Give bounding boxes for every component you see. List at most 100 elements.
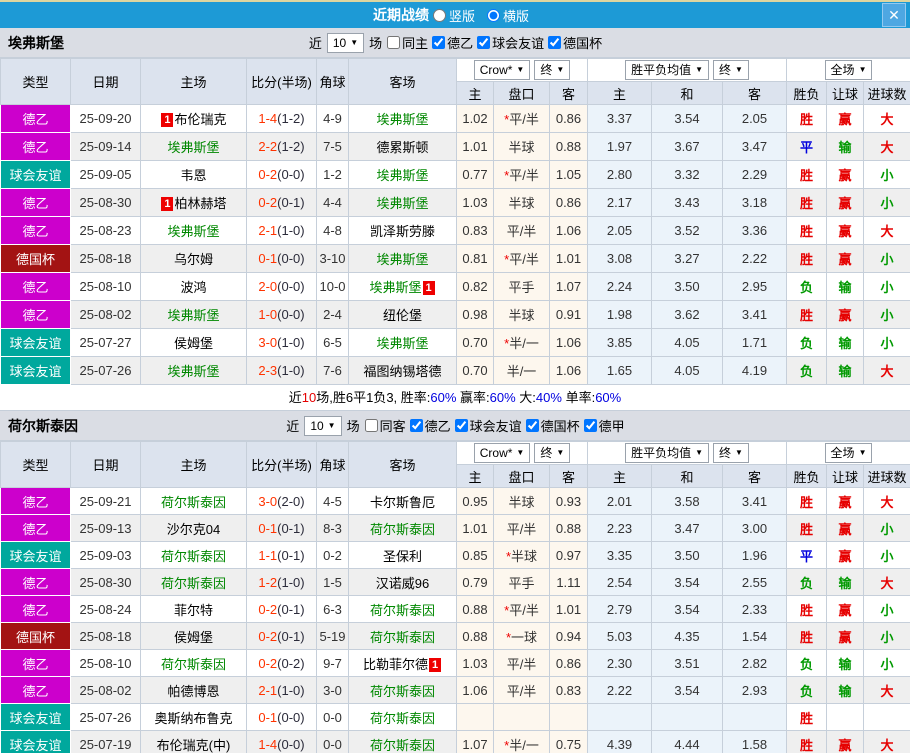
avg-home: 2.23 (587, 514, 652, 542)
away-team: 埃弗斯堡 (348, 104, 457, 133)
avg-draw: 3.67 (651, 132, 723, 161)
result-wdl: 胜 (786, 216, 828, 245)
league-checkbox-1[interactable]: 球会友谊 (475, 33, 544, 52)
league-checkbox-1[interactable]: 球会友谊 (453, 416, 522, 435)
avg-home: 2.22 (587, 676, 652, 704)
away-team: 埃弗斯堡 (348, 328, 457, 357)
same-venue-checkbox[interactable]: 同客 (363, 416, 406, 435)
odds-away: 1.06 (549, 216, 588, 245)
avg-draw: 3.47 (651, 514, 723, 542)
league-checkbox-input-3[interactable] (583, 419, 597, 432)
fulltime-score: 2-3 (258, 363, 278, 378)
home-team: 布伦瑞克(中) (140, 730, 247, 753)
vertical-radio-input[interactable] (432, 8, 446, 22)
result-wdl: 胜 (786, 300, 828, 329)
chevron-down-icon: ▼ (516, 65, 525, 74)
scope-dropdown[interactable]: 全场 ▼ (824, 443, 873, 463)
same-venue-label: 同客 (379, 419, 406, 434)
away-team-name: 圣保利 (382, 548, 422, 564)
avg-source-dropdown[interactable]: 胜平负均值 ▼ (625, 443, 709, 463)
avg-away: 4.19 (721, 356, 788, 385)
fulltime-score: 1-2 (258, 574, 278, 590)
away-team: 德累斯顿 (348, 132, 457, 161)
halftime-score: (0-0) (277, 279, 305, 294)
odds-home: 0.70 (456, 328, 494, 357)
result-wdl: 胜 (786, 104, 828, 133)
corner-cell: 7-5 (316, 132, 349, 161)
table-row: 球会友谊 25-07-26 埃弗斯堡 2-3(1-0) 7-6 福图纳锡塔德 0.70 半/一… (0, 356, 910, 385)
close-icon[interactable]: ✕ (882, 3, 906, 27)
league-checkbox-input-0[interactable] (409, 419, 423, 432)
result-handicap: 输 (826, 568, 865, 596)
horizontal-radio-input[interactable] (487, 8, 500, 22)
odds-final-dropdown[interactable]: 终 ▼ (534, 443, 571, 463)
avg-away: 1.71 (721, 328, 788, 357)
avg-final-dropdown[interactable]: 终 ▼ (713, 60, 749, 80)
same-venue-checkbox-input[interactable] (387, 36, 401, 49)
match-count-select[interactable]: 10 ▼ (326, 32, 365, 53)
avg-home: 2.54 (587, 568, 652, 596)
scope-dropdown[interactable]: 全场 ▼ (824, 60, 873, 80)
odds-source-dropdown[interactable]: Crow* ▼ (473, 443, 531, 463)
league-checkbox-2[interactable]: 德国杯 (546, 33, 602, 52)
table-row: 德乙 25-08-24 菲尔特 0-2(0-1) 6-3 荷尔斯泰因 0.88 *平/半 1.0… (0, 595, 910, 623)
league-checkbox-input-1[interactable] (477, 36, 491, 49)
same-venue-checkbox[interactable]: 同主 (385, 33, 428, 52)
league-checkbox-input-2[interactable] (548, 36, 562, 49)
away-team: 荷尔斯泰因 (348, 676, 457, 704)
date-cell: 25-09-13 (70, 514, 141, 542)
odds-final-dropdown[interactable]: 终 ▼ (534, 60, 571, 80)
chevron-down-icon: ▼ (858, 448, 867, 457)
avg-home: 5.03 (587, 622, 652, 650)
odds-away: 0.88 (549, 132, 588, 161)
table-head: 类型 日期 主场 比分(半场) 角球 客场 Crow* ▼ 终 ▼ 胜平负均值 ▼ 终 ▼ 全场 ▼ 主盘口客主… (0, 441, 910, 488)
summary-segment-5: 60% (489, 390, 516, 405)
score-cell: 3-0(2-0) (246, 487, 317, 515)
league-checkbox-input-0[interactable] (432, 36, 446, 49)
avg-draw: 3.32 (651, 160, 723, 189)
chevron-down-icon: ▼ (858, 65, 867, 74)
corner-cell: 6-5 (316, 328, 349, 357)
result-goals: 小 (863, 160, 910, 189)
match-count-select[interactable]: 10 ▼ (304, 415, 342, 436)
league-checkbox-2[interactable]: 德国杯 (524, 416, 580, 435)
same-venue-checkbox-input[interactable] (364, 419, 378, 432)
league-checkbox-input-1[interactable] (454, 419, 468, 432)
date-cell: 25-09-21 (70, 487, 141, 515)
odds-source-dropdown[interactable]: Crow* ▼ (473, 60, 531, 80)
odds-away: 0.86 (549, 188, 588, 217)
col-header-3: 比分(半场) (246, 441, 317, 488)
type-cell: 德乙 (0, 300, 71, 329)
avg-away: 3.18 (721, 188, 788, 217)
odds-handicap: *半/一 (493, 328, 550, 357)
summary-segment-9: 60% (595, 390, 622, 405)
avg-final-dropdown[interactable]: 终 ▼ (713, 443, 749, 463)
table-row: 德乙 25-08-10 荷尔斯泰因 0-2(0-2) 9-7 比勒菲尔德 1 1.03 平/半 0… (0, 649, 910, 677)
league-checkbox-0[interactable]: 德乙 (430, 33, 473, 52)
layout-radio-horizontal[interactable]: 横版 (483, 6, 529, 25)
layout-radio-vertical[interactable]: 竖版 (429, 6, 475, 25)
summary-segment-1: 10 (301, 390, 317, 405)
result-wdl: 平 (786, 132, 828, 161)
score-cell: 1-0(0-0) (246, 300, 317, 329)
halftime-score: (1-2) (277, 111, 305, 126)
home-team-name: 埃弗斯堡 (167, 308, 220, 323)
result-handicap: 赢 (826, 188, 865, 217)
league-checkbox-3[interactable]: 德甲 (582, 416, 625, 435)
odds-home: 1.01 (456, 514, 494, 542)
home-team: 埃弗斯堡 (140, 356, 247, 385)
home-team: 荷尔斯泰因 (140, 541, 247, 569)
sub-col-header-2-0: 胜负 (786, 81, 828, 105)
type-cell: 德乙 (0, 272, 71, 301)
home-team-name: 埃弗斯堡 (167, 140, 220, 155)
result-handicap: 赢 (826, 514, 865, 542)
avg-source-dropdown[interactable]: 胜平负均值 ▼ (625, 60, 709, 80)
corner-cell: 3-10 (316, 244, 349, 273)
avg-home: 2.17 (587, 188, 652, 217)
league-checkbox-0[interactable]: 德乙 (408, 416, 451, 435)
home-team-name: 埃弗斯堡 (167, 224, 220, 239)
league-checkbox-input-2[interactable] (525, 419, 539, 432)
avg-source-dropdown-label: 胜平负均值 (631, 63, 692, 77)
type-cell: 德乙 (0, 649, 71, 677)
red-card-badge: 1 (161, 197, 174, 211)
